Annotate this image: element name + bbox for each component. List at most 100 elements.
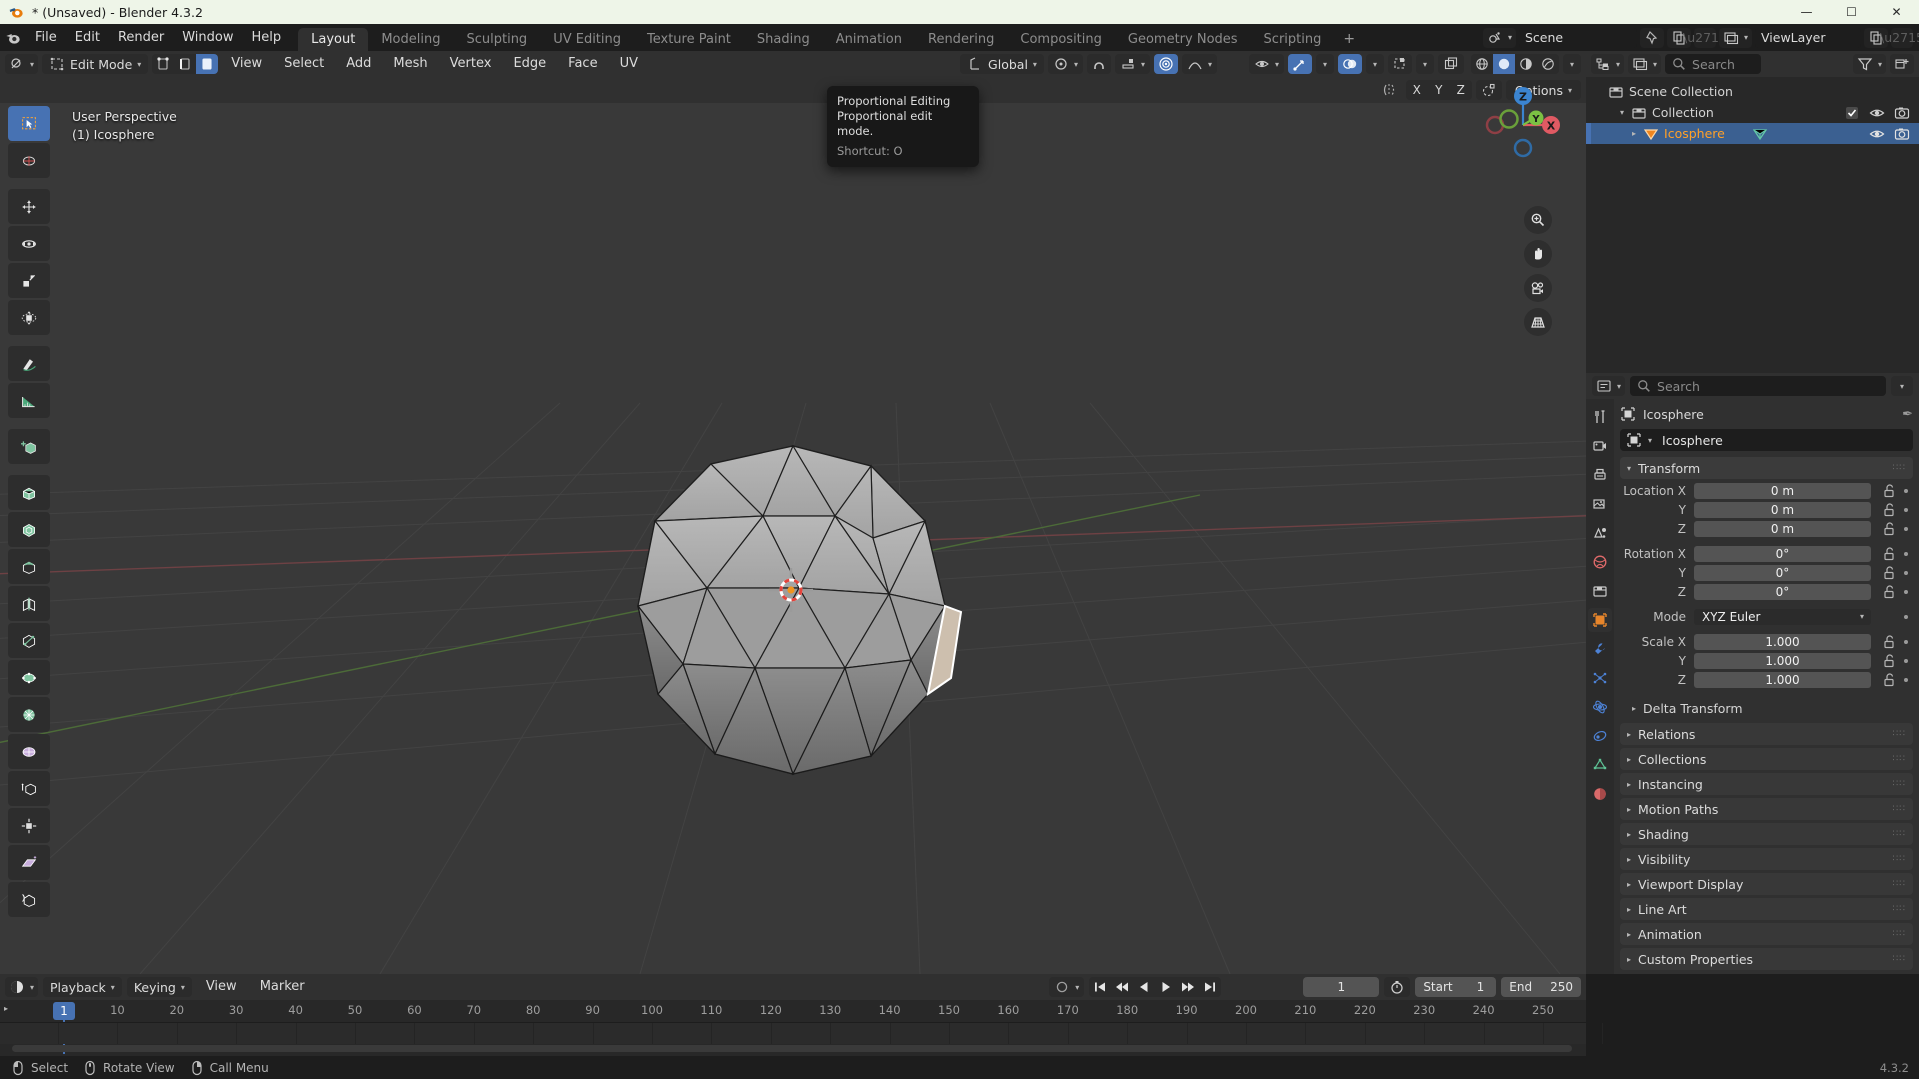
outliner-row-scene-collection[interactable]: Scene Collection [1586, 81, 1919, 102]
inset-faces-tool-button[interactable] [8, 512, 50, 547]
move-tool-button[interactable] [8, 189, 50, 224]
delete-view-layer-icon[interactable]: \u2715 [1880, 27, 1919, 48]
rendered-shading-button[interactable] [1537, 54, 1559, 74]
section-viewport-display[interactable]: ▸ Viewport Display ∷∷ [1620, 873, 1913, 895]
mirror-z-button[interactable]: Z [1450, 80, 1472, 100]
camera-view-icon[interactable] [1524, 274, 1552, 302]
icosphere-expand-chevron-right-icon[interactable]: ▸ [1632, 129, 1636, 138]
particles-tab[interactable] [1588, 666, 1612, 690]
properties-editor-type-icon[interactable]: ▾ [1592, 376, 1626, 396]
delete-scene-icon[interactable]: \u2715 [1683, 27, 1727, 48]
object-name-field[interactable]: ▾ Icosphere [1620, 429, 1913, 451]
timeline-editor-type-icon[interactable]: ▾ [5, 977, 39, 997]
extrude-region-tool-button[interactable] [8, 475, 50, 510]
jump-to-next-keyframe-button[interactable] [1177, 977, 1199, 997]
viewport-menu-select[interactable]: Select [275, 54, 333, 74]
close-button[interactable]: ✕ [1874, 0, 1919, 24]
scene-tab[interactable] [1588, 521, 1612, 545]
material-tab[interactable] [1588, 782, 1612, 806]
outliner-row-collection[interactable]: ▾ Collection [1586, 102, 1919, 123]
tab-texture-paint[interactable]: Texture Paint [634, 28, 744, 51]
tool-tab[interactable] [1588, 405, 1612, 429]
modifiers-tab[interactable] [1588, 637, 1612, 661]
pin-scene-icon[interactable] [1639, 27, 1664, 48]
mirror-x-button[interactable]: X [1406, 80, 1428, 100]
scene-browse-icon[interactable]: ▾ [1482, 27, 1516, 48]
section-motion-paths[interactable]: ▸ Motion Paths ∷∷ [1620, 798, 1913, 820]
current-frame-field[interactable]: 1 [1303, 977, 1380, 997]
jump-to-end-button[interactable] [1199, 977, 1221, 997]
timeline-playhead[interactable]: 1 [52, 1002, 75, 1020]
properties-search-input[interactable]: Search [1630, 376, 1886, 396]
rotation-z-value[interactable]: 0° [1694, 583, 1871, 600]
camera-icon[interactable] [1894, 126, 1910, 142]
timeline-horizontal-scrollbar[interactable] [12, 1045, 1572, 1052]
use-preview-range-button[interactable] [1384, 977, 1411, 997]
object-data-tab[interactable] [1588, 753, 1612, 777]
unlock-icon[interactable] [1881, 672, 1897, 688]
shrink-fatten-tool-button[interactable] [8, 808, 50, 843]
tab-rendering[interactable]: Rendering [915, 28, 1007, 51]
section-shading[interactable]: ▸ Shading ∷∷ [1620, 823, 1913, 845]
unlock-icon[interactable] [1881, 546, 1897, 562]
spin-tool-button[interactable] [8, 697, 50, 732]
outliner-search-input[interactable]: Search [1665, 54, 1762, 74]
tab-modeling[interactable]: Modeling [368, 28, 453, 51]
menu-help[interactable]: Help [243, 28, 291, 48]
checkbox-icon[interactable] [1844, 105, 1860, 121]
world-tab[interactable] [1588, 550, 1612, 574]
viewport-3d[interactable]: ▾ Edit Mode ▾ View Select Add Mesh Verte… [0, 51, 1586, 974]
transform-tool-button[interactable] [8, 300, 50, 335]
section-relations[interactable]: ▸ Relations ∷∷ [1620, 723, 1913, 745]
animate-property-dot[interactable] [1904, 589, 1908, 594]
editor-type-icon[interactable]: ▾ [5, 54, 39, 74]
proportional-falloff-selector[interactable]: ▾ [1181, 54, 1217, 74]
timeline-menu-keying[interactable]: Keying ▾ [126, 977, 192, 997]
rotation-mode-select[interactable]: XYZ Euler ▾ [1694, 608, 1871, 625]
collection-tab[interactable] [1588, 579, 1612, 603]
eye-icon[interactable] [1869, 105, 1885, 121]
annotate-tool-button[interactable] [8, 346, 50, 381]
object-tab[interactable] [1588, 608, 1612, 632]
solid-shading-button[interactable] [1493, 54, 1515, 74]
scale-y-value[interactable]: 1.000 [1694, 652, 1871, 669]
rotate-tool-button[interactable] [8, 226, 50, 261]
overlay-options-chevron-down-icon[interactable]: ▾ [1366, 54, 1384, 74]
output-tab[interactable] [1588, 463, 1612, 487]
object-type-visibility-selector[interactable]: ▾ [1248, 54, 1284, 74]
tweak-tool-button[interactable] [8, 106, 50, 141]
viewport-menu-vertex[interactable]: Vertex [441, 54, 501, 74]
location-z-value[interactable]: 0 m [1694, 520, 1871, 537]
animate-property-dot[interactable] [1904, 488, 1908, 493]
eye-icon[interactable] [1869, 126, 1885, 142]
scene-name-field[interactable]: Scene [1518, 27, 1637, 48]
rip-region-tool-button[interactable] [8, 882, 50, 917]
section-animation[interactable]: ▸ Animation ∷∷ [1620, 923, 1913, 945]
face-select-button[interactable] [196, 54, 219, 74]
wireframe-shading-button[interactable] [1471, 54, 1493, 74]
play-reverse-button[interactable] [1133, 977, 1155, 997]
unlock-icon[interactable] [1881, 502, 1897, 518]
transform-panel-header[interactable]: ▾ Transform ∷∷ [1620, 457, 1913, 479]
maximize-button[interactable]: ☐ [1829, 0, 1874, 24]
unlock-icon[interactable] [1881, 483, 1897, 499]
view-layer-name-field[interactable]: ViewLayer [1755, 27, 1861, 48]
edge-select-button[interactable] [174, 54, 196, 74]
animate-property-dot[interactable] [1904, 526, 1908, 531]
rotation-x-value[interactable]: 0° [1694, 545, 1871, 562]
location-x-value[interactable]: 0 m [1694, 482, 1871, 499]
proportional-editing-button[interactable] [1153, 54, 1178, 74]
cursor-tool-button[interactable] [8, 143, 50, 178]
viewport-menu-face[interactable]: Face [559, 54, 606, 74]
scale-x-value[interactable]: 1.000 [1694, 633, 1871, 650]
timeline-track-area[interactable] [0, 1022, 1604, 1044]
scale-tool-button[interactable] [8, 263, 50, 298]
frame-start-field[interactable]: Start 1 [1415, 977, 1497, 997]
section-custom-properties[interactable]: ▸ Custom Properties ∷∷ [1620, 948, 1913, 970]
outliner-row-icosphere[interactable]: ▸ Icosphere [1586, 123, 1919, 144]
section-line-art[interactable]: ▸ Line Art ∷∷ [1620, 898, 1913, 920]
section-instancing[interactable]: ▸ Instancing ∷∷ [1620, 773, 1913, 795]
add-workspace-button[interactable]: + [1334, 28, 1364, 51]
minimize-button[interactable]: — [1784, 0, 1829, 24]
viewport-menu-view[interactable]: View [222, 54, 271, 74]
